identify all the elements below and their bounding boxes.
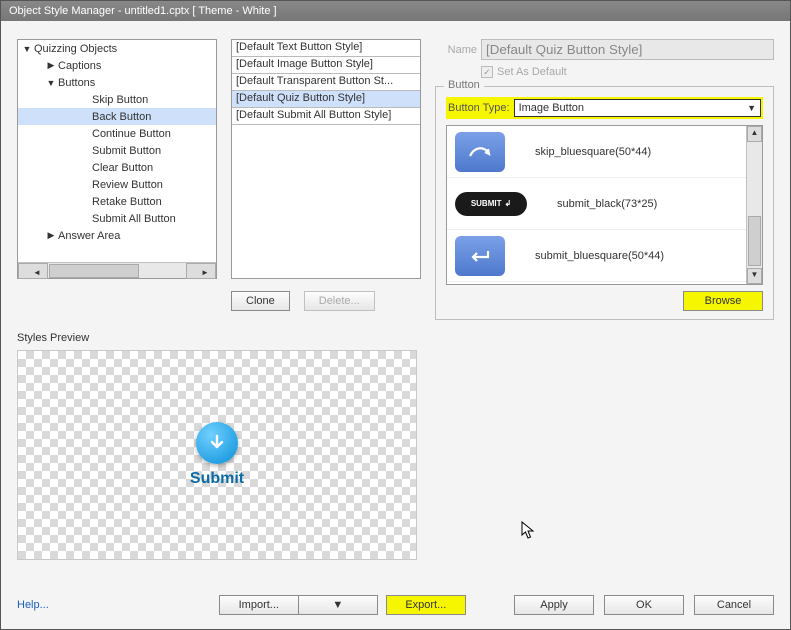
scroll-down-icon[interactable]: ▼ xyxy=(747,268,762,284)
mouse-cursor-icon xyxy=(521,521,537,541)
submit-blue-icon xyxy=(455,236,505,276)
image-option-label: skip_bluesquare(50*44) xyxy=(535,146,651,158)
submit-preview-text: Submit xyxy=(190,470,244,488)
scroll-right-icon[interactable]: ► xyxy=(186,263,216,279)
expand-icon: ▶ xyxy=(46,60,56,71)
tree-label: Submit Button xyxy=(90,145,161,157)
style-list: [Default Text Button Style] [Default Ima… xyxy=(231,39,421,279)
button-type-value: Image Button xyxy=(519,102,584,114)
tree-label: Continue Button xyxy=(90,128,171,140)
tree-label: Review Button xyxy=(90,179,163,191)
set-default-label: Set As Default xyxy=(497,66,567,78)
image-option[interactable]: skip_bluesquare(50*44) xyxy=(447,126,746,178)
object-style-manager-window: Object Style Manager - untitled1.cptx [ … xyxy=(0,0,791,630)
tree-label: Submit All Button xyxy=(90,213,176,225)
submit-black-icon: SUBMIT↲ xyxy=(455,192,527,216)
name-input xyxy=(481,39,774,60)
collapse-icon: ▼ xyxy=(22,44,32,54)
name-label: Name xyxy=(435,44,477,56)
tree-label: Retake Button xyxy=(90,196,162,208)
apply-button[interactable]: Apply xyxy=(514,595,594,615)
tree-label: Buttons xyxy=(56,77,95,89)
styles-preview-label: Styles Preview xyxy=(17,332,774,344)
style-item-selected[interactable]: [Default Quiz Button Style] xyxy=(232,91,420,108)
style-item[interactable]: [Default Submit All Button Style] xyxy=(232,108,420,125)
tree-label: Answer Area xyxy=(56,230,120,242)
scroll-left-icon[interactable]: ◄ xyxy=(18,263,48,279)
import-dropdown-icon[interactable]: ▼ xyxy=(298,595,378,615)
skip-icon xyxy=(455,132,505,172)
tree-node-quizzing-objects[interactable]: ▼ Quizzing Objects xyxy=(18,40,216,57)
button-group-legend: Button xyxy=(444,79,484,91)
button-type-dropdown[interactable]: Image Button ▼ xyxy=(514,99,761,117)
style-item[interactable]: [Default Transparent Button St... xyxy=(232,74,420,91)
help-link[interactable]: Help... xyxy=(17,599,49,611)
tree-node-retake-button[interactable]: Retake Button xyxy=(18,193,216,210)
tree-node-buttons[interactable]: ▼ Buttons xyxy=(18,74,216,91)
window-title: Object Style Manager - untitled1.cptx [ … xyxy=(1,1,790,21)
scroll-thumb[interactable] xyxy=(748,216,761,266)
tree-node-answer-area[interactable]: ▶ Answer Area xyxy=(18,227,216,244)
scroll-thumb[interactable] xyxy=(49,264,139,278)
submit-preview-icon xyxy=(196,422,238,464)
browse-button[interactable]: Browse xyxy=(683,291,763,311)
tree-node-captions[interactable]: ▶ Captions xyxy=(18,57,216,74)
tree-node-continue-button[interactable]: Continue Button xyxy=(18,125,216,142)
thumb-text: SUBMIT xyxy=(471,199,502,208)
image-option[interactable]: SUBMIT↲ submit_black(73*25) xyxy=(447,178,746,230)
scroll-up-icon[interactable]: ▲ xyxy=(747,126,762,142)
clone-button[interactable]: Clone xyxy=(231,291,290,311)
tree-node-submit-button[interactable]: Submit Button xyxy=(18,142,216,159)
tree-label: Quizzing Objects xyxy=(32,43,117,55)
image-option-label: submit_bluesquare(50*44) xyxy=(535,250,664,262)
image-option[interactable]: submit_bluesquare(50*44) xyxy=(447,230,746,282)
delete-button: Delete... xyxy=(304,291,375,311)
tree-hscrollbar[interactable]: ◄ ► xyxy=(18,262,216,278)
collapse-icon: ▼ xyxy=(46,78,56,88)
style-item[interactable]: [Default Image Button Style] xyxy=(232,57,420,74)
tree-label: Clear Button xyxy=(90,162,153,174)
set-default-checkbox: ✓ xyxy=(481,66,493,78)
tree-label: Skip Button xyxy=(90,94,148,106)
tree-node-submit-all-button[interactable]: Submit All Button xyxy=(18,210,216,227)
content-area: ▼ Quizzing Objects ▶ Captions ▼ Buttons … xyxy=(1,23,790,629)
chevron-down-icon: ▼ xyxy=(747,103,756,113)
styles-preview: Submit xyxy=(17,350,417,560)
image-list-scrollbar[interactable]: ▲ ▼ xyxy=(746,126,762,284)
import-button[interactable]: Import... xyxy=(219,595,299,615)
style-item[interactable]: [Default Text Button Style] xyxy=(232,40,420,57)
tree-node-clear-button[interactable]: Clear Button xyxy=(18,159,216,176)
image-option-label: submit_black(73*25) xyxy=(557,198,657,210)
button-group: Button Button Type: Image Button ▼ xyxy=(435,86,774,320)
tree-label: Captions xyxy=(56,60,101,72)
bottom-bar: Help... Import... ▼ Export... Apply OK C… xyxy=(17,595,774,615)
object-tree: ▼ Quizzing Objects ▶ Captions ▼ Buttons … xyxy=(17,39,217,279)
export-button[interactable]: Export... xyxy=(386,595,466,615)
tree-node-skip-button[interactable]: Skip Button xyxy=(18,91,216,108)
tree-node-back-button[interactable]: Back Button xyxy=(18,108,216,125)
image-button-list: skip_bluesquare(50*44) SUBMIT↲ submit_bl… xyxy=(446,125,763,285)
button-type-label: Button Type: xyxy=(448,102,510,114)
tree-node-review-button[interactable]: Review Button xyxy=(18,176,216,193)
cancel-button[interactable]: Cancel xyxy=(694,595,774,615)
ok-button[interactable]: OK xyxy=(604,595,684,615)
tree-label: Back Button xyxy=(90,111,151,123)
expand-icon: ▶ xyxy=(46,230,56,241)
